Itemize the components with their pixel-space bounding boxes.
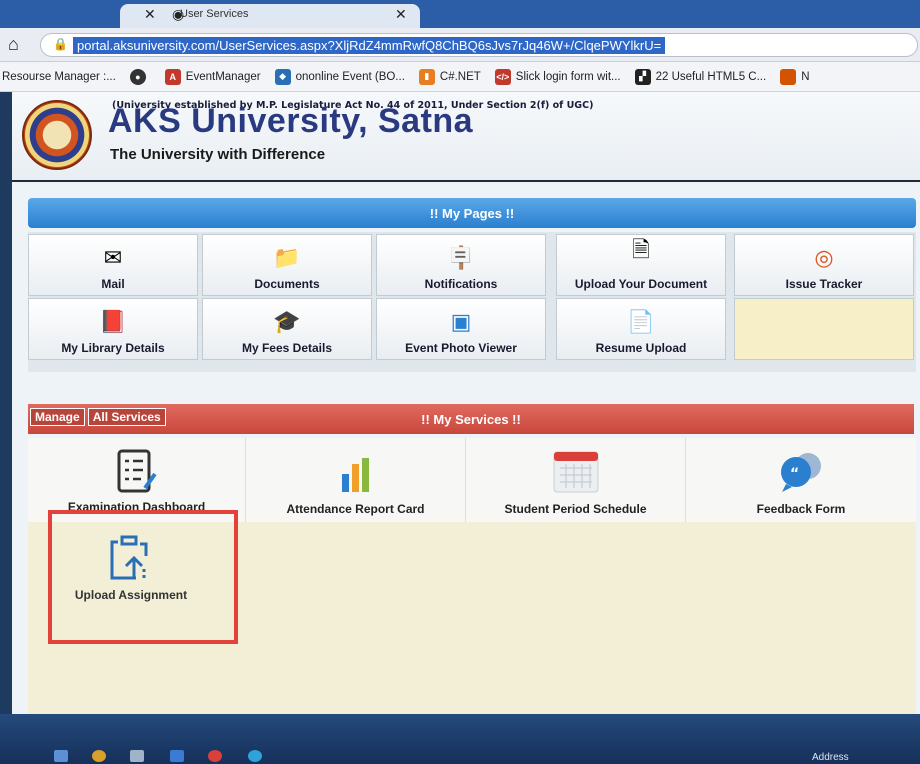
site-header: (University established by M.P. Legislat… — [12, 92, 920, 182]
bookmark-eventmanager[interactable]: A EventManager — [164, 68, 261, 85]
folder-icon: 📁 — [273, 245, 301, 270]
library-book-icon: 📕 — [99, 309, 127, 334]
browser-tab[interactable]: ✕ ◉ User Services ✕ — [120, 4, 420, 28]
university-title: AKS University, Satna — [108, 102, 474, 140]
bar-chart-icon — [341, 458, 369, 492]
opera-icon[interactable] — [208, 750, 222, 762]
tile-documents[interactable]: 📁 Documents — [202, 234, 372, 296]
address-bar: ⌂ 🔒 portal.aksuniversity.com/UserService… — [0, 28, 920, 62]
upload-assignment-icon — [110, 535, 148, 580]
lock-icon: 🔒 — [53, 37, 68, 51]
tile-notifications[interactable]: 🪧 Notifications — [376, 234, 546, 296]
left-edge — [0, 92, 12, 714]
close-tab-icon[interactable]: ✕ — [395, 6, 407, 23]
svg-text:“: “ — [790, 466, 799, 482]
tile-upload-your-document[interactable]: 🗎 Upload Your Document — [556, 234, 726, 296]
service-attendance-report-card[interactable]: Attendance Report Card — [246, 438, 466, 522]
speech-bubble-icon: “ — [781, 453, 821, 492]
bookmark-github[interactable]: ● — [129, 68, 151, 85]
manage-tab[interactable]: Manage — [30, 408, 85, 426]
notepad-icon[interactable] — [130, 750, 144, 762]
tile-resume-upload[interactable]: 📄 Resume Upload — [556, 298, 726, 360]
service-upload-assignment[interactable]: Upload Assignment — [56, 522, 206, 602]
service-student-period-schedule[interactable]: Student Period Schedule — [466, 438, 686, 522]
upload-document-icon: 🗎 — [632, 237, 650, 262]
browser-tab-strip: ✕ ◉ User Services ✕ — [0, 0, 920, 28]
calendar-icon — [553, 451, 598, 493]
tab-title: User Services — [180, 8, 249, 20]
services-tabs: Manage All Services — [30, 408, 166, 426]
issue-tracker-icon: ◎ — [814, 245, 834, 270]
checklist-icon — [117, 449, 157, 493]
taskbar: Address — [0, 714, 920, 764]
html5-icon: ▞ — [634, 68, 651, 85]
tile-issue-tracker[interactable]: ◎ Issue Tracker — [734, 234, 914, 296]
university-tagline: The University with Difference — [110, 146, 326, 163]
home-icon[interactable]: ⌂ — [8, 34, 19, 55]
globe-icon: ◉ — [172, 6, 185, 22]
bookmark-csharp[interactable]: ▮ C#.NET — [418, 68, 481, 85]
bookmark-html5[interactable]: ▞ 22 Useful HTML5 C... — [634, 68, 766, 85]
url-input[interactable]: 🔒 portal.aksuniversity.com/UserServices.… — [40, 33, 918, 57]
notice-board-icon: 🪧 — [447, 245, 475, 270]
event-icon: ◆ — [274, 68, 291, 85]
bookmark-resource-manager[interactable]: Resourse Manager :... — [2, 71, 116, 83]
all-services-tab[interactable]: All Services — [87, 408, 166, 426]
url-text: portal.aksuniversity.com/UserServices.as… — [73, 37, 666, 54]
chrome-icon[interactable] — [92, 750, 106, 762]
bookmark-ononline-event[interactable]: ◆ ononline Event (BO... — [274, 68, 405, 85]
edge-icon[interactable] — [248, 750, 262, 762]
mail-icon: ✉ — [103, 245, 123, 270]
page-content: (University established by M.P. Legislat… — [0, 92, 920, 714]
tile-my-library-details[interactable]: 📕 My Library Details — [28, 298, 198, 360]
tile-my-fees-details[interactable]: 🎓 My Fees Details — [202, 298, 372, 360]
close-icon[interactable]: ✕ — [144, 6, 156, 23]
app-window-icon[interactable] — [170, 750, 184, 762]
bookmark-n[interactable]: N — [780, 68, 810, 85]
file-explorer-icon[interactable] — [54, 750, 68, 762]
tile-event-photo-viewer[interactable]: ▣ Event Photo Viewer — [376, 298, 546, 360]
empty-tile — [734, 298, 914, 360]
my-pages-heading: !! My Pages !! — [28, 198, 916, 228]
service-feedback-form[interactable]: “ Feedback Form — [686, 438, 916, 522]
code-icon: </> — [494, 68, 511, 85]
bookmarks-bar: Resourse Manager :... ● A EventManager ◆… — [0, 62, 920, 92]
angular-icon: A — [164, 68, 181, 85]
folder-bookmark-icon: ▮ — [418, 68, 435, 85]
bookmark-slick-login[interactable]: </> Slick login form wit... — [494, 68, 621, 85]
fees-icon: 🎓 — [273, 309, 301, 334]
tile-mail[interactable]: ✉ Mail — [28, 234, 198, 296]
university-logo — [22, 100, 92, 170]
bookmark-square-icon — [780, 68, 797, 85]
github-icon: ● — [129, 68, 146, 85]
taskbar-address-label: Address — [812, 752, 849, 763]
resume-icon: 📄 — [627, 309, 655, 334]
photo-viewer-icon: ▣ — [450, 309, 472, 334]
